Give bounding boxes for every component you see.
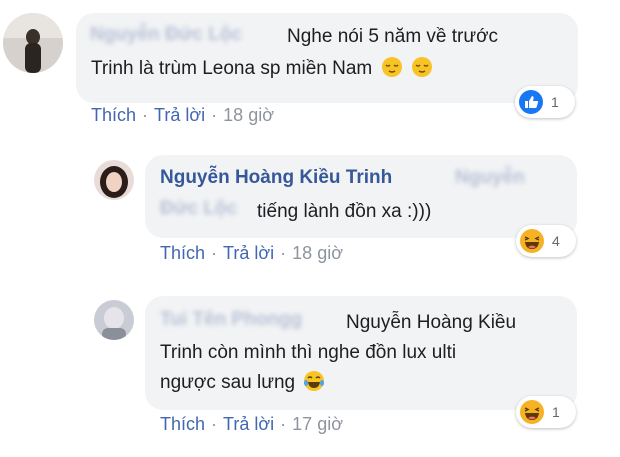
reaction-count: 1 — [551, 94, 559, 110]
comment-author[interactable]: Tui Tên Phongg — [160, 306, 302, 333]
reaction-count: 4 — [552, 233, 560, 249]
avatar[interactable] — [94, 160, 134, 200]
reply-link[interactable]: Trả lời — [154, 105, 205, 125]
comment-actions: Thích · Trả lời · 17 giờ — [160, 414, 344, 434]
mention-tag[interactable]: Nguyễn — [455, 164, 525, 191]
reaction-summary[interactable]: 4 — [516, 225, 576, 257]
tears-of-joy-icon — [304, 371, 325, 391]
reaction-summary[interactable]: 1 — [515, 86, 575, 118]
comment-actions: Thích · Trả lời · 18 giờ — [160, 243, 344, 263]
comment-text-line: Trinh còn mình thì nghe đồn lux ulti — [160, 342, 457, 363]
like-link[interactable]: Thích — [160, 414, 205, 434]
avatar[interactable] — [94, 300, 134, 340]
reaction-summary[interactable]: 1 — [516, 396, 576, 428]
timestamp[interactable]: 17 giờ — [292, 414, 343, 434]
comment-actions: Thích · Trả lời · 18 giờ — [91, 105, 275, 125]
comment-text-line: ngược sau lưng — [160, 369, 325, 396]
like-link[interactable]: Thích — [91, 105, 136, 125]
timestamp[interactable]: 18 giờ — [223, 105, 274, 125]
haha-icon — [520, 400, 544, 424]
reaction-count: 1 — [552, 404, 560, 420]
like-link[interactable]: Thích — [160, 243, 205, 263]
reply-link[interactable]: Trả lời — [223, 414, 274, 434]
comment-text-line: Trinh là trùm Leona sp miền Nam — [91, 55, 433, 82]
mention-tag[interactable]: Đức Lộc — [160, 195, 237, 222]
comment-text: tiếng lành đồn xa :))) — [257, 201, 432, 222]
timestamp[interactable]: 18 giờ — [292, 243, 343, 263]
haha-icon — [520, 229, 544, 253]
comment-author[interactable]: Nguyễn Đức Lộc — [90, 21, 242, 48]
comment-author[interactable]: Nguyễn Hoàng Kiều Trinh — [160, 164, 392, 191]
avatar[interactable] — [3, 13, 63, 73]
comment-text-line: Nguyễn Hoàng Kiều — [346, 312, 517, 333]
reply-link[interactable]: Trả lời — [223, 243, 274, 263]
relieved-face-icon — [381, 57, 402, 77]
relieved-face-icon — [411, 57, 432, 77]
like-icon — [519, 90, 543, 114]
comment-text-line: Nghe nói 5 năm về trước — [287, 26, 499, 47]
